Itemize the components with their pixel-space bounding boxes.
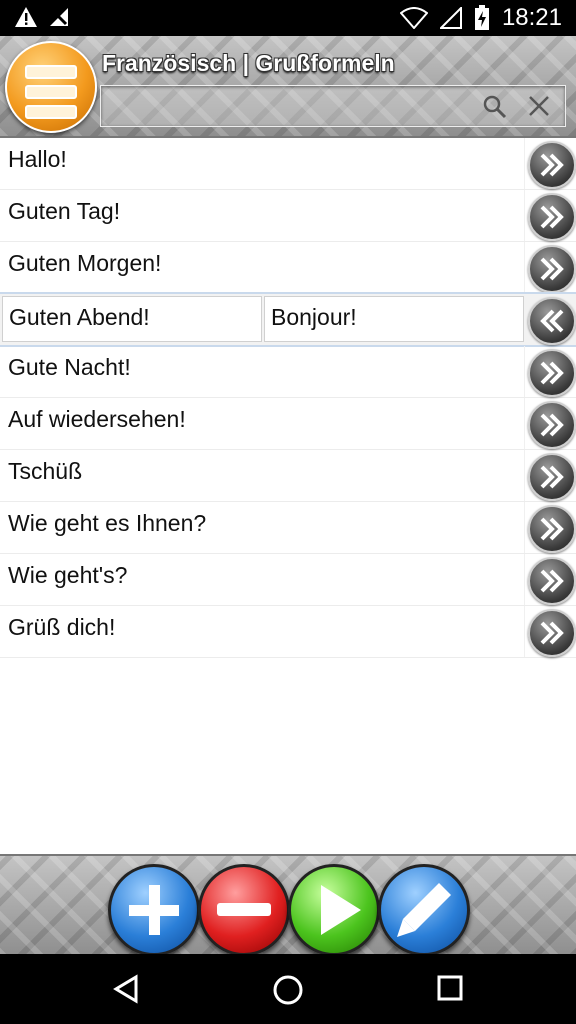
list-item[interactable]: Tschüß: [0, 450, 576, 502]
list-item-label: Auf wiedersehen!: [8, 406, 186, 432]
status-time: 18:21: [501, 4, 562, 31]
expand-button[interactable]: [528, 349, 576, 397]
menu-button[interactable]: [5, 41, 97, 133]
double-chevron-right-icon: [540, 413, 564, 437]
search-input[interactable]: [107, 90, 471, 122]
expand-button[interactable]: [528, 557, 576, 605]
play-icon: [321, 885, 361, 935]
list-item-label: Guten Morgen!: [8, 250, 162, 276]
search-icon[interactable]: [483, 95, 507, 119]
no-signal-icon: [50, 8, 68, 26]
list-item-label: Wie geht es Ihnen?: [8, 510, 207, 536]
list-item-label: Hallo!: [8, 146, 67, 172]
pencil-icon: [397, 883, 451, 937]
list-item-label: Guten Abend!: [9, 304, 150, 330]
phrase-list: Hallo! Guten Tag! Guten Morgen! Guten Ab…: [0, 138, 576, 854]
list-item[interactable]: Auf wiedersehen!: [0, 398, 576, 450]
double-chevron-right-icon: [540, 465, 564, 489]
edit-button[interactable]: [378, 864, 470, 956]
list-item[interactable]: Guten Tag!: [0, 190, 576, 242]
list-item[interactable]: Hallo!: [0, 138, 576, 190]
navigation-bar: [0, 954, 576, 1024]
list-item-label: Gute Nacht!: [8, 354, 131, 380]
list-item[interactable]: Wie geht es Ihnen?: [0, 502, 576, 554]
double-chevron-left-icon: [540, 309, 564, 333]
list-item[interactable]: Grüß dich!: [0, 606, 576, 658]
double-chevron-right-icon: [540, 621, 564, 645]
list-item[interactable]: Wie geht's?: [0, 554, 576, 606]
recents-icon[interactable]: [436, 974, 464, 1002]
remove-button[interactable]: [198, 864, 290, 956]
list-item-label: Wie geht's?: [8, 562, 128, 588]
header: Französisch | Grußformeln: [0, 36, 576, 138]
signal-icon: [439, 7, 462, 29]
translation-label: Bonjour!: [271, 304, 357, 330]
menu-icon: [25, 65, 77, 125]
translation-cell: Bonjour!: [264, 296, 524, 342]
list-item[interactable]: Gute Nacht!: [0, 346, 576, 398]
plus-icon: [129, 885, 179, 935]
expand-button[interactable]: [528, 141, 576, 189]
list-item[interactable]: Guten Morgen!: [0, 242, 576, 294]
list-item-label: Guten Tag!: [8, 198, 121, 224]
footer-toolbar: [0, 854, 576, 956]
minus-icon: [217, 903, 271, 916]
collapse-button[interactable]: [528, 297, 576, 345]
expand-button[interactable]: [528, 453, 576, 501]
double-chevron-right-icon: [540, 205, 564, 229]
expand-button[interactable]: [528, 505, 576, 553]
phrase-cell: Guten Abend!: [2, 296, 262, 342]
close-icon[interactable]: [527, 94, 551, 118]
expand-button[interactable]: [528, 245, 576, 293]
warning-icon: [15, 7, 37, 27]
page-title: Französisch | Grußformeln: [102, 50, 395, 76]
list-item-label: Grüß dich!: [8, 614, 116, 640]
expand-button[interactable]: [528, 401, 576, 449]
list-item-label: Tschüß: [8, 458, 83, 484]
search-box[interactable]: [100, 85, 566, 127]
home-icon[interactable]: [272, 974, 304, 1006]
expand-button[interactable]: [528, 609, 576, 657]
status-bar: 18:21: [0, 0, 576, 36]
expand-button[interactable]: [528, 193, 576, 241]
double-chevron-right-icon: [540, 361, 564, 385]
wifi-icon: [399, 7, 428, 29]
add-button[interactable]: [108, 864, 200, 956]
play-button[interactable]: [288, 864, 380, 956]
double-chevron-right-icon: [540, 569, 564, 593]
double-chevron-right-icon: [540, 153, 564, 177]
double-chevron-right-icon: [540, 517, 564, 541]
back-icon[interactable]: [112, 974, 142, 1004]
battery-icon: [474, 5, 489, 30]
double-chevron-right-icon: [540, 257, 564, 281]
list-item-expanded[interactable]: Guten Abend! Bonjour!: [0, 292, 576, 347]
